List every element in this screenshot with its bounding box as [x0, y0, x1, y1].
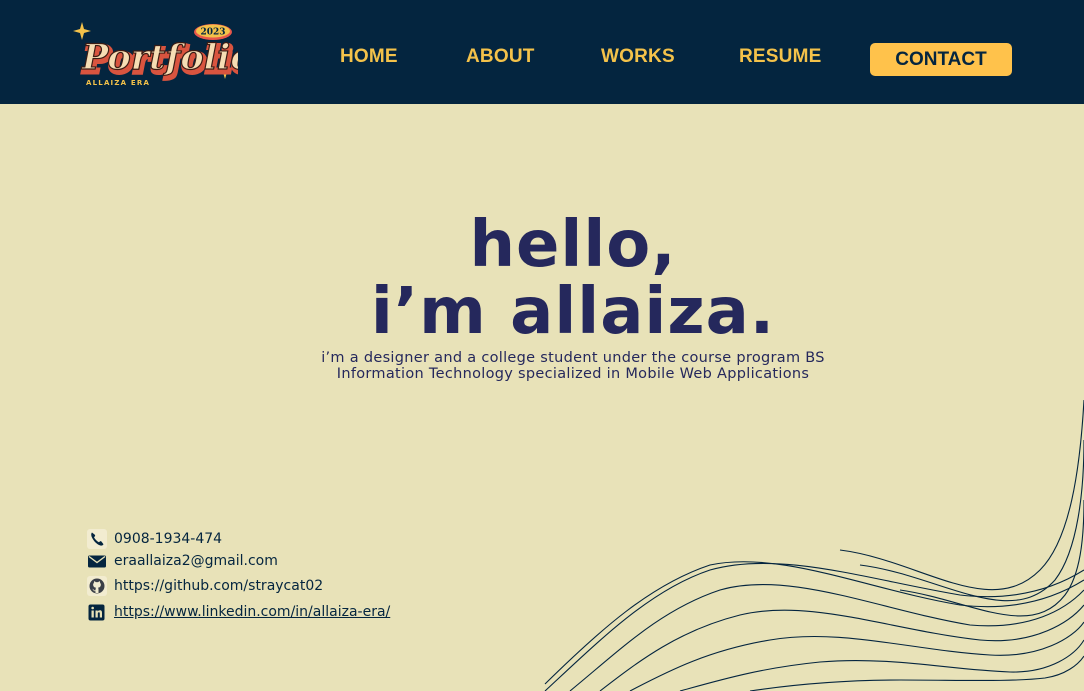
- linkedin-icon: [87, 602, 107, 622]
- github-link[interactable]: https://github.com/straycat02: [114, 578, 323, 594]
- nav-resume[interactable]: RESUME: [739, 46, 822, 68]
- envelope-icon: [87, 551, 107, 571]
- contact-github: https://github.com/straycat02: [87, 573, 323, 599]
- linkedin-link[interactable]: https://www.linkedin.com/in/allaiza-era/: [114, 604, 390, 620]
- hero-name: i’m allaiza.: [370, 275, 776, 349]
- logo-graphic: 2023 Portfolio Portfolio ALLAIZA ERA: [73, 22, 258, 87]
- phone-icon: [87, 529, 107, 549]
- navbar: 2023 Portfolio Portfolio ALLAIZA ERA HOM…: [0, 0, 1084, 104]
- svg-text:Portfolio: Portfolio: [81, 37, 238, 78]
- contact-linkedin: https://www.linkedin.com/in/allaiza-era/: [87, 599, 390, 625]
- email-address[interactable]: eraallaiza2@gmail.com: [114, 553, 278, 569]
- hero-subtitle: i’m a designer and a college student und…: [321, 350, 825, 382]
- nav-home[interactable]: HOME: [340, 46, 398, 68]
- decorative-wave-lines: [544, 399, 1084, 691]
- svg-text:2023: 2023: [200, 28, 225, 38]
- nav-works[interactable]: WORKS: [601, 46, 675, 68]
- github-icon: [87, 576, 107, 596]
- nav-about[interactable]: ABOUT: [466, 46, 535, 68]
- hero-greeting: hello,: [469, 208, 677, 282]
- portfolio-logo[interactable]: 2023 Portfolio Portfolio ALLAIZA ERA: [72, 16, 258, 90]
- phone-number: 0908-1934-474: [114, 531, 223, 547]
- contact-email: eraallaiza2@gmail.com: [87, 548, 278, 574]
- svg-text:ALLAIZA ERA: ALLAIZA ERA: [86, 79, 150, 87]
- contact-button[interactable]: CONTACT: [870, 43, 1012, 76]
